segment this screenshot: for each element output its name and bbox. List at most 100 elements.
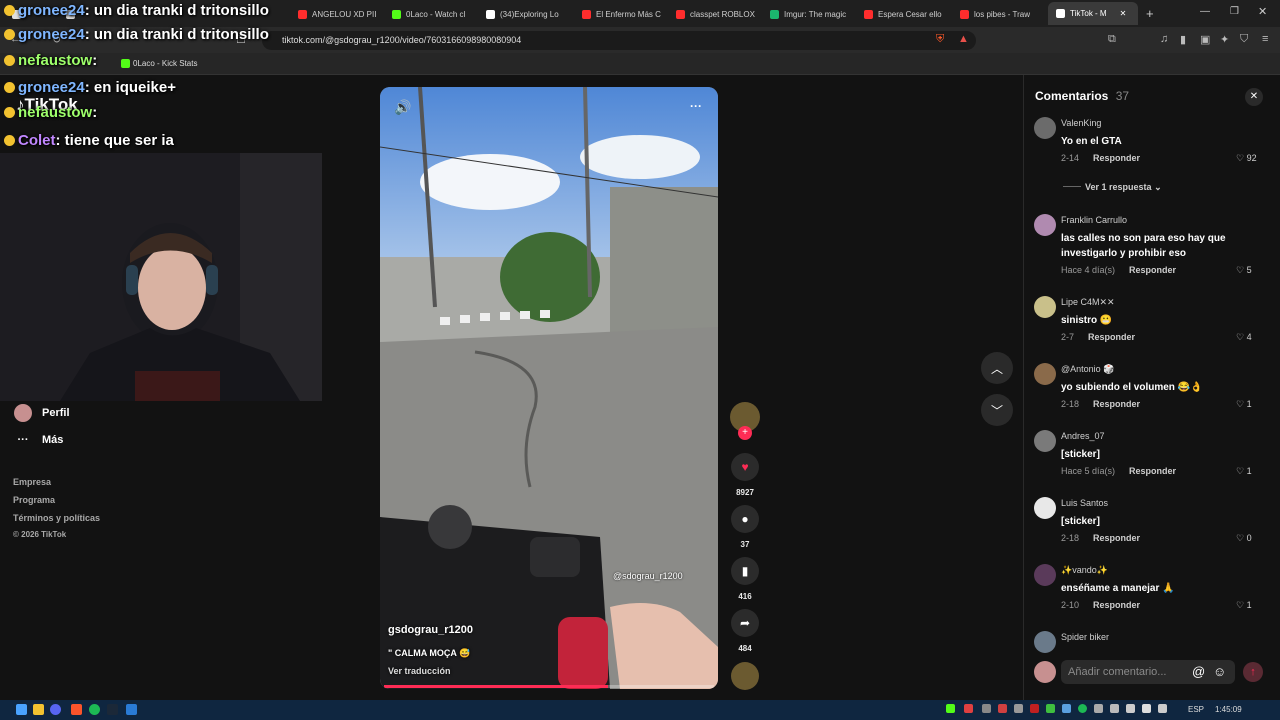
- reply-button[interactable]: Responder: [1093, 600, 1140, 610]
- comment-input[interactable]: Añadir comentario...: [1061, 660, 1235, 684]
- comment-like-button[interactable]: ♡ 92: [1236, 153, 1257, 164]
- language-indicator[interactable]: ESP: [1188, 705, 1204, 714]
- comment-avatar[interactable]: [1034, 497, 1056, 519]
- clock[interactable]: 1:45:09: [1215, 705, 1242, 714]
- video-more-icon[interactable]: ···: [690, 99, 702, 113]
- tab-10[interactable]: TikTok - M ✕: [1048, 2, 1138, 25]
- comment-like-button[interactable]: ♡ 4: [1236, 332, 1252, 343]
- reply-button[interactable]: Responder: [1093, 153, 1140, 163]
- reply-button[interactable]: Responder: [1093, 399, 1140, 409]
- footer-link-company[interactable]: Empresa: [13, 477, 51, 487]
- explorer-icon[interactable]: [33, 704, 44, 715]
- tray-icon[interactable]: [946, 704, 955, 713]
- next-video-button[interactable]: ﹀: [981, 394, 1013, 426]
- tab-8[interactable]: Espera Cesar ello: [864, 4, 944, 24]
- music-icon[interactable]: ♫: [1160, 33, 1168, 45]
- discord-icon[interactable]: [50, 704, 61, 715]
- comment-avatar[interactable]: [1034, 564, 1056, 586]
- comment-avatar[interactable]: [1034, 117, 1056, 139]
- comment-like-button[interactable]: ♡ 0: [1236, 533, 1252, 544]
- tab-9[interactable]: los pibes - Traw: [960, 4, 1040, 24]
- sidebar-item-profile[interactable]: Perfil: [14, 404, 70, 422]
- spotify-icon[interactable]: [89, 704, 100, 715]
- url-input[interactable]: tiktok.com/@gsdograu_r1200/video/7603166…: [262, 31, 976, 50]
- tray-icon[interactable]: [998, 704, 1007, 713]
- tray-icon[interactable]: [1142, 704, 1151, 713]
- tray-icon[interactable]: [1046, 704, 1055, 713]
- tray-icon[interactable]: [1062, 704, 1071, 713]
- comment-like-button[interactable]: ♡ 1: [1236, 399, 1252, 410]
- previous-video-button[interactable]: ︿: [981, 352, 1013, 384]
- wallet-icon[interactable]: ▣: [1200, 33, 1210, 46]
- close-window-button[interactable]: ✕: [1258, 5, 1267, 18]
- comment-username[interactable]: Luis Santos: [1061, 498, 1108, 508]
- tab-7[interactable]: Imgur: The magic: [770, 4, 850, 24]
- app-icon[interactable]: [126, 704, 137, 715]
- reply-button[interactable]: Responder: [1093, 533, 1140, 543]
- footer-link-terms[interactable]: Términos y políticas: [13, 513, 100, 523]
- start-icon[interactable]: [16, 704, 27, 715]
- menu-icon[interactable]: ≡: [1262, 33, 1268, 45]
- reply-button[interactable]: Responder: [1129, 466, 1176, 476]
- music-disc[interactable]: [731, 662, 759, 690]
- tray-icon[interactable]: [1126, 704, 1135, 713]
- tray-icon[interactable]: [1094, 704, 1103, 713]
- comment-username[interactable]: Andres_07: [1061, 431, 1105, 441]
- tab-5[interactable]: El Enfermo Más C: [582, 4, 662, 24]
- comment-avatar[interactable]: [1034, 430, 1056, 452]
- minimize-button[interactable]: —: [1200, 6, 1210, 17]
- comment-like-button[interactable]: ♡ 1: [1236, 466, 1252, 477]
- brave-shield-icon[interactable]: ⛨: [936, 33, 944, 46]
- progress-track[interactable]: [384, 685, 714, 688]
- comment-username[interactable]: ✨vando✨: [1061, 565, 1108, 576]
- mention-icon[interactable]: @: [1192, 664, 1205, 679]
- extensions-icon[interactable]: ⧉: [1108, 33, 1116, 46]
- maximize-button[interactable]: ❐: [1230, 6, 1239, 17]
- comment-button[interactable]: ●: [731, 505, 759, 533]
- tray-icon[interactable]: [1078, 704, 1087, 713]
- ai-icon[interactable]: ✦: [1220, 33, 1229, 46]
- brave-icon[interactable]: [71, 704, 82, 715]
- share-button[interactable]: ➦: [731, 609, 759, 637]
- comment-username[interactable]: Franklin Carrullo: [1061, 215, 1127, 225]
- comment-like-button[interactable]: ♡ 5: [1236, 265, 1252, 276]
- vpn-icon[interactable]: ⛉: [1240, 33, 1248, 46]
- follow-button[interactable]: +: [738, 426, 752, 440]
- video-player[interactable]: 🔊 ··· @sdograu_r1200 gsdograu_r1200 " CA…: [380, 87, 718, 689]
- view-replies-button[interactable]: Ver 1 respuesta ⌄: [1063, 182, 1162, 193]
- tray-icon[interactable]: [1110, 704, 1119, 713]
- comment-username[interactable]: Spider biker: [1061, 632, 1109, 642]
- comment-avatar[interactable]: [1034, 363, 1056, 385]
- send-comment-button[interactable]: ↑: [1243, 662, 1263, 682]
- tab-2[interactable]: ANGELOU XD PII: [298, 4, 376, 24]
- tray-icon[interactable]: [964, 704, 973, 713]
- emoji-icon[interactable]: ☺: [1213, 664, 1226, 679]
- comment-username[interactable]: @Antonio 🎲: [1061, 364, 1114, 375]
- comment-avatar[interactable]: [1034, 214, 1056, 236]
- comment-like-button[interactable]: ♡ 1: [1236, 600, 1252, 611]
- sidebar-item-more[interactable]: ··· Más: [14, 434, 64, 446]
- steam-icon[interactable]: [107, 704, 118, 715]
- close-comments-button[interactable]: ✕: [1245, 88, 1263, 106]
- tray-icon[interactable]: [982, 704, 991, 713]
- brave-rewards-icon[interactable]: ▲: [958, 33, 969, 45]
- sidebar-toggle-icon[interactable]: ▮: [1180, 33, 1186, 46]
- like-button[interactable]: ♥: [731, 453, 759, 481]
- volume-icon[interactable]: 🔊: [394, 99, 411, 116]
- close-tab-icon[interactable]: ✕: [1120, 9, 1127, 18]
- reply-button[interactable]: Responder: [1088, 332, 1135, 342]
- tab-6[interactable]: classpet ROBLOX: [676, 4, 756, 24]
- video-author[interactable]: gsdograu_r1200: [388, 624, 473, 636]
- tab-4[interactable]: (34)Exploring Lo: [486, 4, 566, 24]
- save-button[interactable]: ▮: [731, 557, 759, 585]
- comment-avatar[interactable]: [1034, 631, 1056, 653]
- translate-link[interactable]: Ver traducción: [388, 666, 451, 676]
- tray-icon[interactable]: [1158, 704, 1167, 713]
- reply-button[interactable]: Responder: [1129, 265, 1176, 275]
- tray-icon[interactable]: [1014, 704, 1023, 713]
- bookmark-item[interactable]: 0Laco - Kick Stats: [133, 59, 197, 68]
- comment-avatar[interactable]: [1034, 296, 1056, 318]
- new-tab-button[interactable]: +: [1146, 6, 1154, 21]
- tab-3[interactable]: 0Laco - Watch cl: [392, 4, 472, 24]
- footer-link-program[interactable]: Programa: [13, 495, 55, 505]
